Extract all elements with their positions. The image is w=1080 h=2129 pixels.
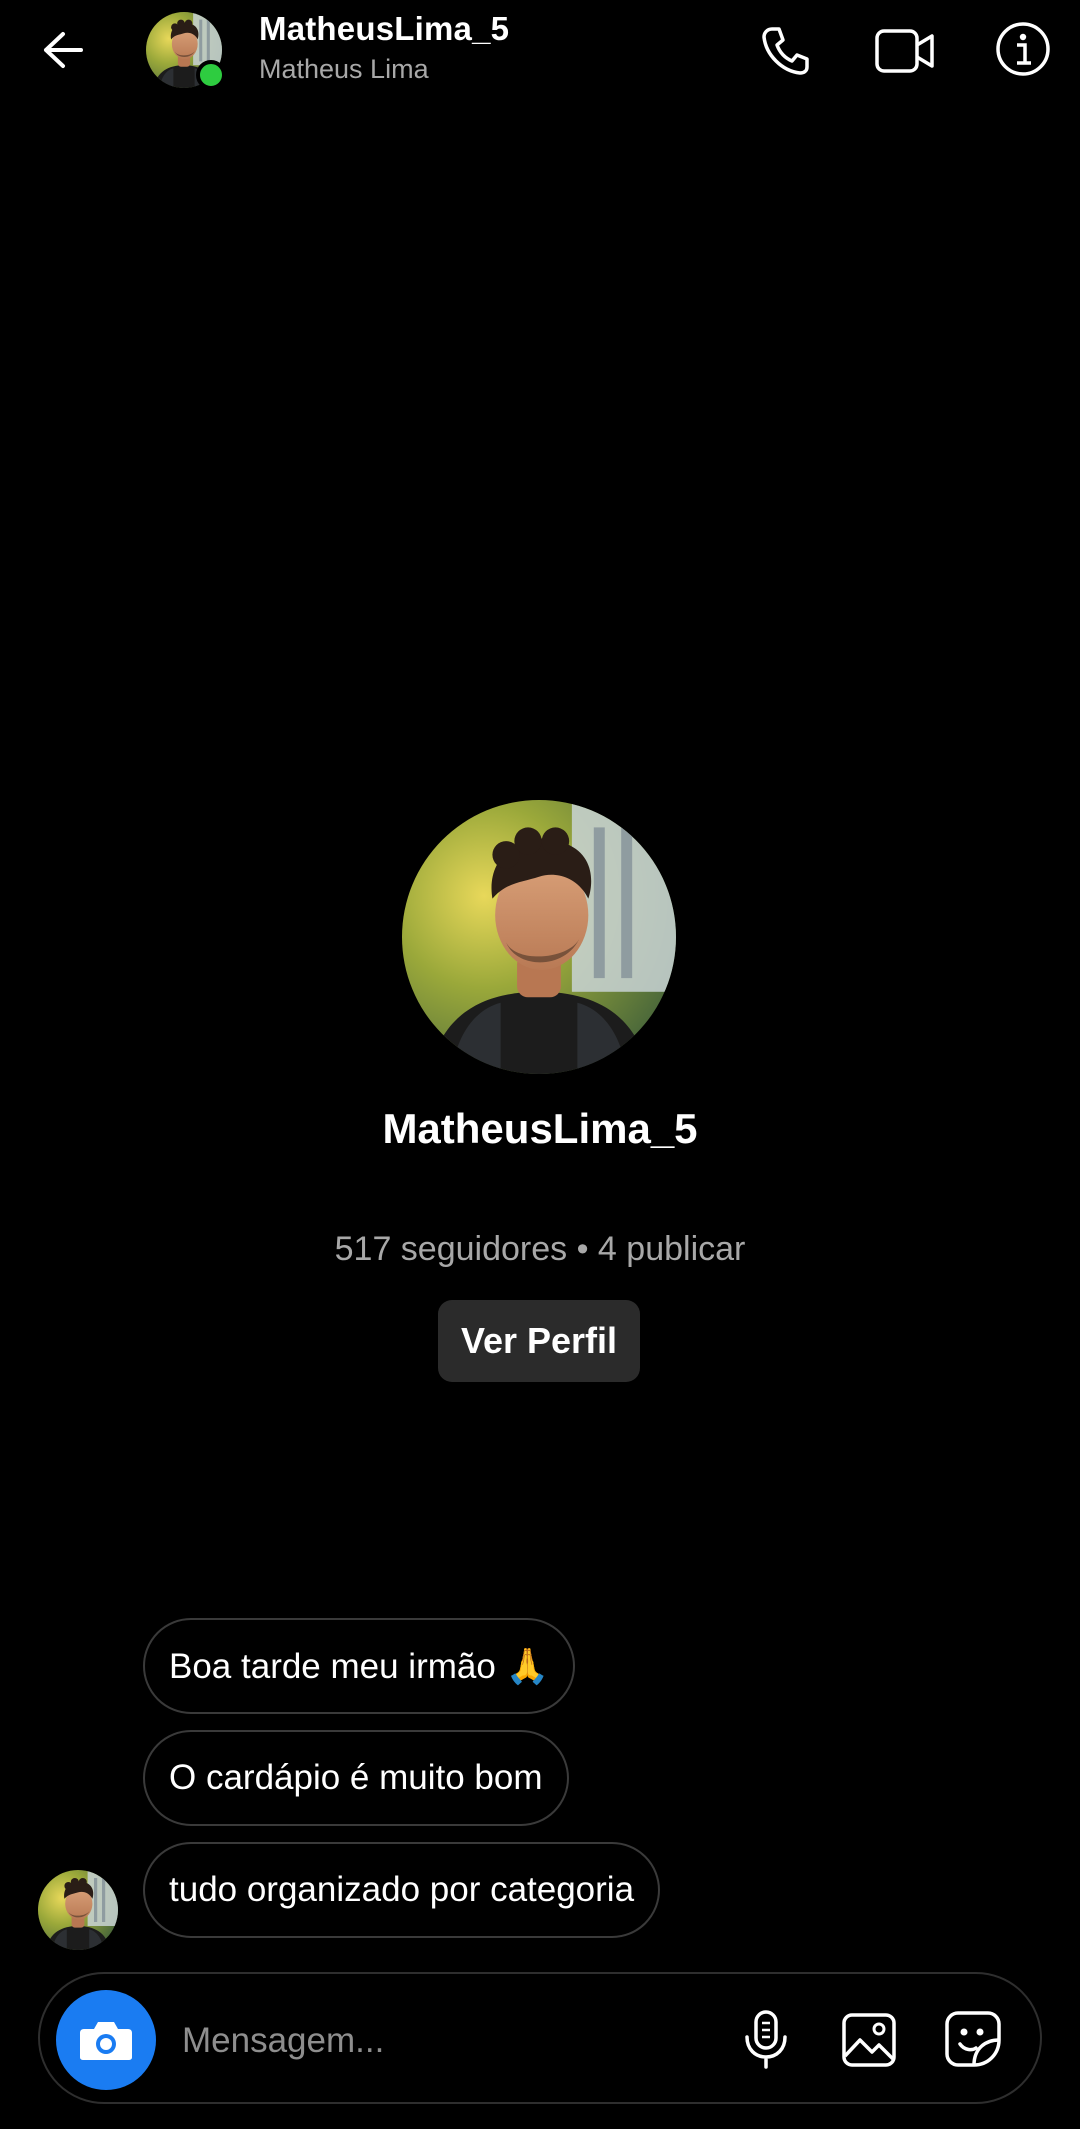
- message-text: tudo organizado por categoria: [169, 1870, 635, 1909]
- profile-avatar[interactable]: [402, 800, 676, 1074]
- back-arrow-icon: [44, 32, 83, 68]
- message-bubble[interactable]: tudo organizado por categoria: [143, 1842, 661, 1938]
- info-button[interactable]: [990, 16, 1056, 82]
- header-display-name[interactable]: Matheus Lima: [259, 54, 429, 85]
- video-camera-icon: [875, 29, 934, 73]
- profile-stats: 517 seguidores • 4 publicar: [334, 1230, 746, 1268]
- header-avatar[interactable]: [146, 12, 226, 90]
- voice-call-button[interactable]: [752, 18, 818, 84]
- header-username[interactable]: MatheusLima_5: [259, 10, 509, 48]
- info-icon: [996, 22, 1050, 76]
- microphone-icon: [745, 2010, 787, 2069]
- profile-username: MatheusLima_5: [382, 1105, 698, 1152]
- voice-message-button[interactable]: [735, 2004, 797, 2076]
- phone-icon: [762, 27, 809, 75]
- sticker-button[interactable]: [940, 2006, 1006, 2072]
- gallery-button[interactable]: [838, 2008, 900, 2072]
- sender-avatar[interactable]: [38, 1870, 118, 1950]
- message-text: O cardápio é muito bom: [169, 1758, 543, 1797]
- message-input[interactable]: [180, 2000, 704, 2082]
- video-call-button[interactable]: [870, 18, 940, 84]
- message-bubble[interactable]: Boa tarde meu irmão 🙏: [143, 1618, 576, 1714]
- online-status-dot: [196, 60, 226, 90]
- camera-button[interactable]: [56, 1990, 156, 2090]
- message-bubble[interactable]: O cardápio é muito bom: [143, 1730, 569, 1826]
- message-text: Boa tarde meu irmão 🙏: [169, 1646, 550, 1686]
- sticker-icon: [945, 2011, 1001, 2067]
- view-profile-button[interactable]: Ver Perfil: [438, 1300, 640, 1382]
- gallery-icon: [842, 2013, 896, 2067]
- camera-icon: [80, 2022, 132, 2060]
- back-button[interactable]: [30, 20, 96, 80]
